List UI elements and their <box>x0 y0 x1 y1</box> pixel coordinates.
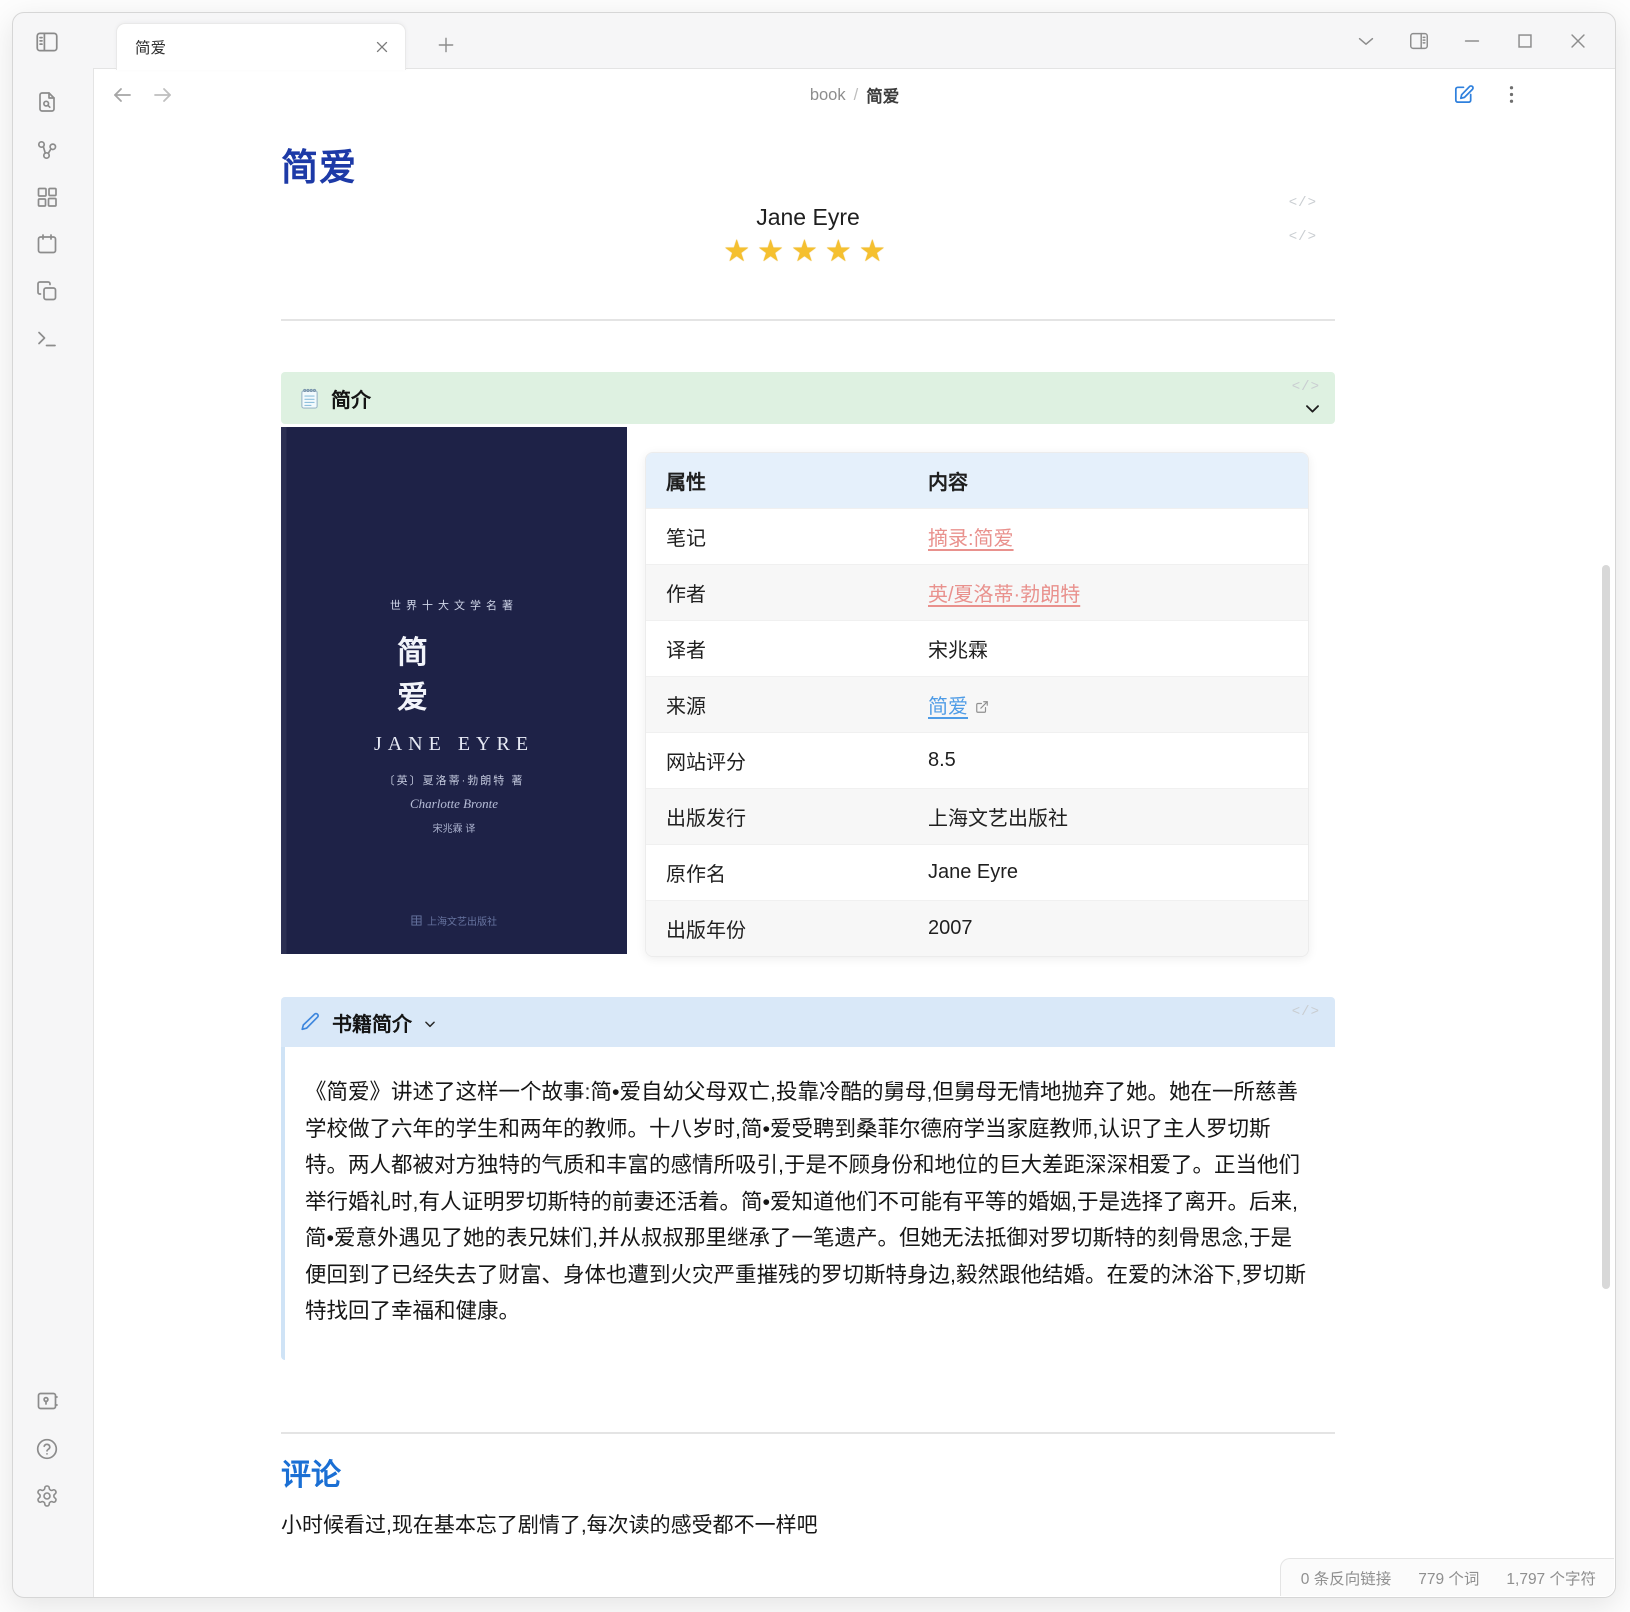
intro-callout-title: 简介 <box>331 384 371 413</box>
table-row: 笔记 摘录:简爱 <box>646 509 1308 565</box>
code-block-icon[interactable]: </> <box>1289 195 1317 211</box>
description-callout-header[interactable]: 书籍简介 </> <box>281 997 1335 1047</box>
original-title: Jane Eyre <box>281 204 1335 231</box>
window-controls <box>1355 13 1589 69</box>
book-cover-image: 世界十大文学名著 简爱 JANE EYRE 〔英〕夏洛蒂·勃朗特 著 Charl… <box>281 427 627 954</box>
vertical-scrollbar[interactable] <box>1602 565 1610 1289</box>
property-value: 8.5 <box>928 749 956 771</box>
author-link[interactable]: 英/夏洛蒂·勃朗特 <box>928 584 1080 606</box>
breadcrumb-folder[interactable]: book <box>810 86 846 105</box>
tab-bar: 简爱 <box>13 13 1615 69</box>
property-label: 出版发行 <box>646 789 908 845</box>
description-callout-title: 书籍简介 <box>332 1008 412 1037</box>
table-row: 出版年份 2007 <box>646 901 1308 957</box>
terminal-icon[interactable] <box>35 327 59 351</box>
description-callout: 书籍简介 </> 《简爱》讲述了这样一个故事:简•爱自幼父母双亡,投靠冷酷的舅母… <box>281 997 1335 1360</box>
table-row: 原作名 Jane Eyre <box>646 845 1308 901</box>
char-count: 1,797 个字符 <box>1506 1567 1596 1589</box>
column-header-content: 内容 <box>908 453 1308 509</box>
tab-close-icon[interactable] <box>373 38 391 56</box>
breadcrumb-separator: / <box>854 86 859 105</box>
intro-callout: 简介 </> <box>281 372 1335 424</box>
tab-jane-eyre[interactable]: 简爱 <box>116 23 406 70</box>
note-link[interactable]: 摘录:简爱 <box>928 528 1014 550</box>
source-link[interactable]: 简爱 <box>928 696 968 718</box>
note-content: 简爱 Jane Eyre ★★★★★ </> </> <box>94 121 1615 1597</box>
cover-author-cn: 〔英〕夏洛蒂·勃朗特 著 <box>384 772 525 788</box>
copy-icon[interactable] <box>35 279 59 303</box>
word-count: 779 个词 <box>1418 1567 1479 1589</box>
property-value: 上海文艺出版社 <box>928 808 1068 830</box>
tab-title: 简爱 <box>135 36 373 58</box>
cover-title-cn: 简爱 <box>397 627 511 717</box>
edit-icon[interactable] <box>1452 83 1475 106</box>
code-block-icon[interactable]: </> <box>1292 1004 1320 1020</box>
chevron-down-icon[interactable] <box>1303 399 1322 418</box>
table-row: 译者 宋兆霖 <box>646 621 1308 677</box>
divider <box>281 1432 1335 1434</box>
publisher-logo-icon <box>411 915 422 926</box>
property-label: 作者 <box>646 565 908 621</box>
cover-publisher: 上海文艺出版社 <box>281 913 627 928</box>
property-label: 译者 <box>646 621 908 677</box>
property-label: 笔记 <box>646 509 908 565</box>
help-icon[interactable] <box>35 1437 59 1461</box>
calendar-icon[interactable] <box>35 232 59 256</box>
vault-icon[interactable] <box>35 1389 59 1413</box>
property-value: 2007 <box>928 917 973 939</box>
window-close-icon[interactable] <box>1567 30 1589 52</box>
properties-table: 属性 内容 笔记 摘录:简爱 作者 <box>645 452 1309 957</box>
new-tab-button[interactable] <box>436 35 456 55</box>
property-value: Jane Eyre <box>928 861 1018 883</box>
view-header: book / 简爱 <box>94 69 1615 121</box>
tab-list-chevron-icon[interactable] <box>1355 30 1377 52</box>
column-header-property: 属性 <box>646 453 908 509</box>
property-value: 宋兆霖 <box>928 640 988 662</box>
status-bar: 0 条反向链接 779 个词 1,797 个字符 <box>1280 1558 1614 1596</box>
table-row: 作者 英/夏洛蒂·勃朗特 <box>646 565 1308 621</box>
right-sidebar-toggle-icon[interactable] <box>1408 30 1430 52</box>
property-label: 来源 <box>646 677 908 733</box>
cover-author-en: Charlotte Bronte <box>410 796 498 812</box>
cover-series: 世界十大文学名著 <box>390 597 518 613</box>
divider <box>281 319 1335 321</box>
external-link-icon <box>975 700 989 714</box>
maximize-icon[interactable] <box>1514 30 1536 52</box>
cover-translator: 宋兆霖 译 <box>433 820 476 835</box>
property-label: 出版年份 <box>646 901 908 957</box>
rating-stars: ★★★★★ <box>281 234 1335 269</box>
table-row: 来源 简爱 <box>646 677 1308 733</box>
book-description: 《简爱》讲述了这样一个故事:简•爱自幼父母双亡,投靠冷酷的舅母,但舅母无情地抛弃… <box>281 1047 1335 1360</box>
property-label: 网站评分 <box>646 733 908 789</box>
left-sidebar-toggle-icon[interactable] <box>34 29 60 55</box>
comment-text: 小时候看过,现在基本忘了剧情了,每次读的感受都不一样吧 <box>281 1509 1335 1539</box>
chevron-down-icon[interactable] <box>423 1017 437 1031</box>
minimize-icon[interactable] <box>1461 30 1483 52</box>
settings-icon[interactable] <box>35 1484 59 1508</box>
page-title: 简爱 <box>281 137 1335 191</box>
breadcrumb: book / 简爱 <box>94 69 1615 121</box>
code-block-icon[interactable]: </> <box>1292 379 1320 395</box>
backlinks-count[interactable]: 0 条反向链接 <box>1301 1567 1391 1589</box>
table-row: 出版发行 上海文艺出版社 <box>646 789 1308 845</box>
comments-heading: 评论 <box>281 1450 1335 1494</box>
file-search-icon[interactable] <box>35 90 59 114</box>
breadcrumb-current[interactable]: 简爱 <box>866 83 899 107</box>
app-window: 简爱 <box>12 12 1616 1598</box>
cover-title-en: JANE EYRE <box>374 733 534 756</box>
notepad-emoji-icon <box>299 387 320 410</box>
property-label: 原作名 <box>646 845 908 901</box>
table-row: 网站评分 8.5 <box>646 733 1308 789</box>
graph-icon[interactable] <box>35 138 59 162</box>
pencil-icon <box>299 1011 321 1033</box>
more-options-icon[interactable] <box>1500 83 1523 106</box>
main-pane: book / 简爱 简爱 Jane Eyre ★★ <box>93 68 1615 1597</box>
code-block-icon[interactable]: </> <box>1289 229 1317 245</box>
dashboard-icon[interactable] <box>35 185 59 209</box>
